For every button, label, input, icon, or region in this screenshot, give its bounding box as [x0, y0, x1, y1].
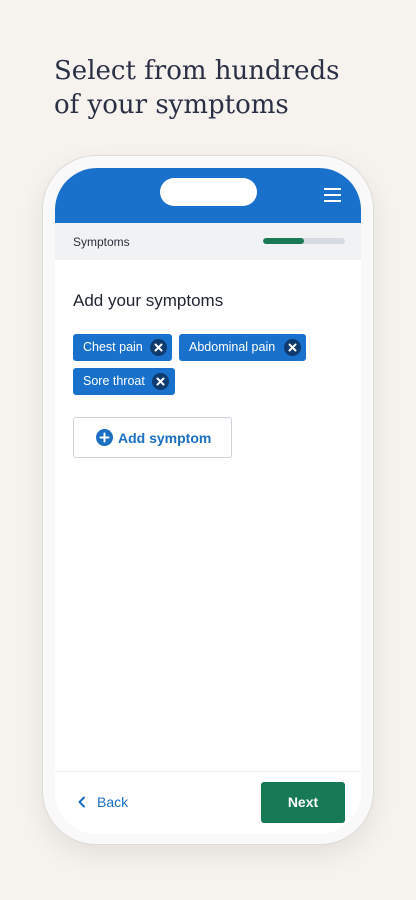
headline-line-2: of your symptoms — [54, 90, 289, 120]
plus-circle-icon — [96, 429, 113, 446]
add-symptom-label: Add symptom — [118, 430, 212, 446]
chevron-left-icon — [78, 796, 85, 808]
app-header — [55, 168, 361, 223]
symptom-tag-chest-pain: Chest pain — [73, 334, 172, 361]
close-icon[interactable] — [152, 373, 169, 390]
add-symptom-button[interactable]: Add symptom — [73, 417, 232, 458]
close-icon[interactable] — [284, 339, 301, 356]
next-label: Next — [287, 794, 319, 810]
phone-screen: Symptoms Add your symptoms Chest pain Ab… — [55, 168, 361, 834]
headline-line-1: Select from hundreds — [54, 56, 340, 86]
symptom-tag-label: Abdominal pain — [189, 340, 276, 354]
progress-bar-fill — [263, 238, 304, 244]
symptom-tag-abdominal-pain: Abdominal pain — [179, 334, 306, 361]
progress-bar — [263, 238, 345, 244]
page-headline: Select from hundreds of your symptoms — [54, 54, 384, 122]
section-title: Add your symptoms — [73, 291, 224, 310]
close-icon[interactable] — [150, 339, 167, 356]
hamburger-menu-icon[interactable] — [323, 186, 343, 204]
back-label: Back — [97, 794, 129, 810]
step-bar: Symptoms — [55, 223, 361, 260]
dynamic-island — [160, 178, 257, 206]
symptom-tag-label: Sore throat — [83, 374, 145, 388]
step-title: Symptoms — [73, 235, 130, 249]
next-button[interactable]: Next — [261, 782, 345, 823]
symptom-tag-label: Chest pain — [83, 340, 143, 354]
phone-mockup: Symptoms Add your symptoms Chest pain Ab… — [42, 155, 374, 845]
symptom-tag-sore-throat: Sore throat — [73, 368, 175, 395]
footer-nav: Back Next — [55, 771, 361, 834]
